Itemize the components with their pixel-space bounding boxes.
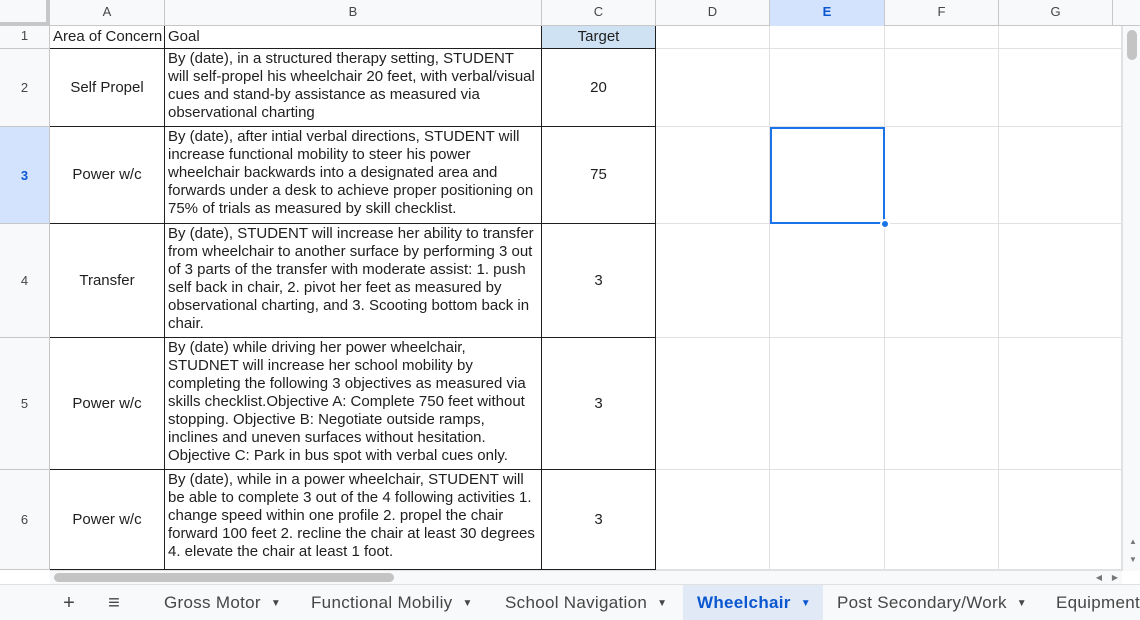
horizontal-scroll-thumb[interactable]: [54, 573, 394, 582]
hamburger-menu-icon[interactable]: ≡: [99, 585, 129, 620]
column-header-c[interactable]: C: [542, 0, 656, 26]
caret-down-icon[interactable]: ▼: [1017, 598, 1027, 609]
sheet-tab-wheelchair[interactable]: Wheelchair ▼: [683, 585, 823, 620]
column-header-d[interactable]: D: [656, 0, 770, 26]
row-header-5[interactable]: 5: [0, 338, 50, 470]
caret-down-icon[interactable]: ▼: [271, 598, 281, 609]
cell-b3[interactable]: By (date), after intial verbal direction…: [165, 127, 542, 224]
cell-a6[interactable]: Power w/c: [50, 470, 165, 570]
select-all-corner[interactable]: [0, 0, 50, 26]
cell-e4[interactable]: [770, 224, 885, 338]
horizontal-scrollbar[interactable]: ◀ ▶: [50, 570, 1122, 584]
row-header-3[interactable]: 3: [0, 127, 50, 224]
vertical-scroll-thumb[interactable]: [1127, 30, 1137, 60]
cell-b6[interactable]: By (date), while in a power wheelchair, …: [165, 470, 542, 570]
cell-d5[interactable]: [656, 338, 770, 470]
column-header-a[interactable]: A: [50, 0, 165, 26]
row-header-2[interactable]: 2: [0, 49, 50, 127]
cell-c2[interactable]: 20: [542, 49, 656, 127]
cell-f1[interactable]: [885, 26, 999, 49]
cell-d3[interactable]: [656, 127, 770, 224]
cell-a4[interactable]: Transfer: [50, 224, 165, 338]
sheet-tab-label: School Navigation: [505, 593, 648, 612]
plus-icon[interactable]: +: [54, 585, 84, 620]
cell-f4[interactable]: [885, 224, 999, 338]
cell-f6[interactable]: [885, 470, 999, 570]
cell-g3[interactable]: [999, 127, 1122, 224]
column-header-row: A B C D E F G: [0, 0, 1140, 26]
cell-g2[interactable]: [999, 49, 1122, 127]
scroll-left-arrow-icon[interactable]: ◀: [1092, 571, 1106, 585]
cell-b2[interactable]: By (date), in a structured therapy setti…: [165, 49, 542, 127]
cell-d2[interactable]: [656, 49, 770, 127]
row-header-6[interactable]: 6: [0, 470, 50, 570]
column-header-f[interactable]: F: [885, 0, 999, 26]
caret-down-icon[interactable]: ▼: [801, 598, 811, 609]
cell-a1[interactable]: Area of Concern: [50, 26, 165, 49]
cell-c6[interactable]: 3: [542, 470, 656, 570]
sheet-tab-equipment[interactable]: Equipment: [1042, 585, 1140, 620]
cell-a5[interactable]: Power w/c: [50, 338, 165, 470]
scroll-up-arrow-icon[interactable]: ▲: [1127, 536, 1139, 548]
cell-g6[interactable]: [999, 470, 1122, 570]
sheet-tab-school-navigation[interactable]: School Navigation ▼: [491, 585, 681, 620]
column-header-e[interactable]: E: [770, 0, 885, 26]
sheet-tab-label: Gross Motor: [164, 593, 261, 612]
spreadsheet: A B C D E F G 1 2 3 4 5 6 Area of Concer…: [0, 0, 1140, 620]
cell-e2[interactable]: [770, 49, 885, 127]
cell-a3[interactable]: Power w/c: [50, 127, 165, 224]
sheet-tab-label: Functional Mobiliy: [311, 593, 453, 612]
cell-d6[interactable]: [656, 470, 770, 570]
caret-down-icon[interactable]: ▼: [657, 598, 667, 609]
column-header-g[interactable]: G: [999, 0, 1113, 26]
cell-g4[interactable]: [999, 224, 1122, 338]
sheet-tab-post-secondary-work[interactable]: Post Secondary/Work ▼: [823, 585, 1041, 620]
cell-c5[interactable]: 3: [542, 338, 656, 470]
scroll-down-arrow-icon[interactable]: ▼: [1127, 554, 1139, 566]
cell-b4[interactable]: By (date), STUDENT will increase her abi…: [165, 224, 542, 338]
cell-g5[interactable]: [999, 338, 1122, 470]
row-header-4[interactable]: 4: [0, 224, 50, 338]
cell-f5[interactable]: [885, 338, 999, 470]
cell-d4[interactable]: [656, 224, 770, 338]
sheet-tab-label: Equipment: [1056, 593, 1140, 612]
cell-g1[interactable]: [999, 26, 1122, 49]
vertical-scrollbar[interactable]: ▲ ▼: [1122, 26, 1140, 571]
sheet-tab-label: Wheelchair: [697, 593, 791, 612]
cell-f2[interactable]: [885, 49, 999, 127]
cell-e5[interactable]: [770, 338, 885, 470]
sheet-tab-bar: + ≡ Gross Motor ▼ Functional Mobiliy ▼ Sch…: [0, 584, 1140, 620]
column-header-b[interactable]: B: [165, 0, 542, 26]
cell-c1[interactable]: Target: [542, 26, 656, 49]
cell-f3[interactable]: [885, 127, 999, 224]
cell-c4[interactable]: 3: [542, 224, 656, 338]
cell-e6[interactable]: [770, 470, 885, 570]
scroll-right-arrow-icon[interactable]: ▶: [1108, 571, 1122, 585]
fill-handle[interactable]: [880, 219, 890, 229]
row-header-1[interactable]: 1: [0, 26, 50, 49]
active-cell-selection[interactable]: [770, 127, 885, 224]
sheet-tab-gross-motor[interactable]: Gross Motor ▼: [150, 585, 295, 620]
cell-a2[interactable]: Self Propel: [50, 49, 165, 127]
caret-down-icon[interactable]: ▼: [462, 598, 472, 609]
sheet-tab-functional-mobiliy[interactable]: Functional Mobiliy ▼: [297, 585, 487, 620]
cell-e1[interactable]: [770, 26, 885, 49]
cell-b1[interactable]: Goal: [165, 26, 542, 49]
cell-c3[interactable]: 75: [542, 127, 656, 224]
sheet-tab-label: Post Secondary/Work: [837, 593, 1007, 612]
cell-d1[interactable]: [656, 26, 770, 49]
cell-b5[interactable]: By (date) while driving her power wheelc…: [165, 338, 542, 470]
